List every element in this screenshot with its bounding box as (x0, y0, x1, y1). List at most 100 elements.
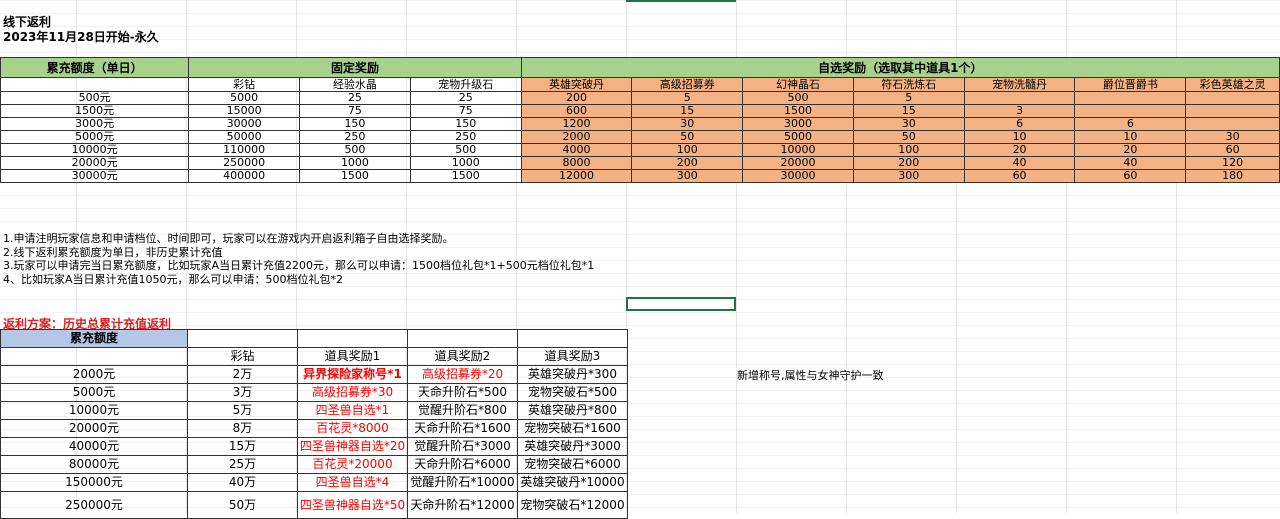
fixed-value-cell[interactable]: 250 (409, 130, 522, 144)
plan-item3-cell[interactable]: 宠物突破石*12000 (517, 491, 628, 519)
plan-item3-cell[interactable]: 英雄突破丹*3000 (517, 437, 628, 456)
optional-value-cell[interactable] (1185, 117, 1280, 131)
plan-diamond-cell[interactable]: 15万 (187, 437, 298, 456)
plan-amount-cell[interactable]: 150000元 (0, 473, 188, 492)
optional-value-cell[interactable]: 6 (1074, 117, 1187, 131)
optional-col-header[interactable]: 爵位晋爵书 (1074, 77, 1187, 92)
fixed-value-cell[interactable]: 50000 (188, 130, 301, 144)
plan-item3-cell[interactable]: 英雄突破丹*10000 (517, 473, 628, 492)
optional-value-cell[interactable]: 40 (963, 156, 1076, 170)
fixed-value-cell[interactable]: 400000 (188, 169, 301, 183)
blank-cell[interactable] (0, 347, 188, 366)
fixed-value-cell[interactable]: 75 (409, 104, 522, 118)
note-line[interactable]: 3.玩家可以申请完当日累充额度，比如玩家A当日累计充值2200元，那么可以申请：… (3, 259, 594, 273)
optional-value-cell[interactable] (1185, 91, 1280, 105)
plan-item2-cell[interactable]: 高级招募券*20 (407, 365, 518, 384)
plan-amount-cell[interactable]: 5000元 (0, 383, 188, 402)
optional-value-cell[interactable]: 40 (1074, 156, 1187, 170)
plan-diamond-cell[interactable]: 50万 (187, 491, 298, 519)
optional-col-header[interactable]: 宠物洗髓丹 (963, 77, 1076, 92)
plan-diamond-cell[interactable]: 3万 (187, 383, 298, 402)
optional-value-cell[interactable]: 50 (852, 130, 965, 144)
fixed-reward-header[interactable]: 固定奖励 (188, 57, 522, 78)
optional-value-cell[interactable]: 20 (1074, 143, 1187, 157)
plan-item2-cell[interactable]: 天命升阶石*1600 (407, 419, 518, 438)
optional-value-cell[interactable]: 8000 (520, 156, 633, 170)
plan-diamond-cell[interactable]: 25万 (187, 455, 298, 474)
blank-cell[interactable] (297, 329, 408, 348)
optional-value-cell[interactable]: 10000 (742, 143, 854, 157)
fixed-value-cell[interactable]: 5000 (188, 91, 301, 105)
fixed-col-header[interactable]: 经验水晶 (299, 77, 411, 92)
amount-cell[interactable]: 20000元 (0, 156, 190, 170)
plan-item1-cell[interactable]: 百花灵*20000 (297, 455, 408, 474)
optional-value-cell[interactable]: 30 (1185, 130, 1280, 144)
selected-cell[interactable] (626, 297, 736, 311)
optional-value-cell[interactable]: 100 (852, 143, 965, 157)
plan-item2-cell[interactable]: 天命升阶石*6000 (407, 455, 518, 474)
plan-amount-cell[interactable]: 80000元 (0, 455, 188, 474)
plan-item1-cell[interactable]: 四圣兽神器自选*20 (297, 437, 408, 456)
fixed-value-cell[interactable]: 250000 (188, 156, 301, 170)
plan-item1-cell[interactable]: 高级招募券*30 (297, 383, 408, 402)
fixed-value-cell[interactable]: 500 (299, 143, 411, 157)
optional-col-header[interactable]: 高级招募券 (631, 77, 744, 92)
optional-reward-header[interactable]: 自选奖励（选取其中道具1个） (520, 57, 1280, 78)
fixed-value-cell[interactable]: 500 (409, 143, 522, 157)
optional-value-cell[interactable]: 1500 (742, 104, 854, 118)
plan-col-header[interactable]: 道具奖励3 (517, 347, 628, 366)
optional-value-cell[interactable]: 15 (631, 104, 744, 118)
plan-amount-cell[interactable]: 10000元 (0, 401, 188, 420)
fixed-value-cell[interactable]: 1500 (409, 169, 522, 183)
plan-item3-cell[interactable]: 英雄突破丹*300 (517, 365, 628, 384)
optional-value-cell[interactable]: 5000 (742, 130, 854, 144)
amount-cell[interactable]: 1500元 (0, 104, 190, 118)
blank-cell[interactable] (187, 329, 298, 348)
optional-value-cell[interactable] (1185, 104, 1280, 118)
fixed-col-header[interactable]: 宠物升级石 (409, 77, 522, 92)
optional-value-cell[interactable]: 6 (963, 117, 1076, 131)
amount-cell[interactable]: 10000元 (0, 143, 190, 157)
optional-value-cell[interactable]: 60 (963, 169, 1076, 183)
optional-value-cell[interactable]: 30 (852, 117, 965, 131)
plan-diamond-cell[interactable]: 5万 (187, 401, 298, 420)
plan-item2-cell[interactable]: 觉醒升阶石*10000 (407, 473, 518, 492)
plan-item2-cell[interactable]: 觉醒升阶石*3000 (407, 437, 518, 456)
optional-value-cell[interactable]: 300 (631, 169, 744, 183)
optional-value-cell[interactable]: 180 (1185, 169, 1280, 183)
fixed-value-cell[interactable]: 1000 (299, 156, 411, 170)
optional-value-cell[interactable] (1074, 91, 1187, 105)
fixed-value-cell[interactable]: 150 (299, 117, 411, 131)
amount-cell[interactable]: 30000元 (0, 169, 190, 183)
plan-amount-cell[interactable]: 250000元 (0, 491, 188, 519)
plan-diamond-cell[interactable]: 40万 (187, 473, 298, 492)
amount-cell[interactable]: 500元 (0, 91, 190, 105)
plan-amount-cell[interactable]: 20000元 (0, 419, 188, 438)
optional-col-header[interactable]: 符石洗炼石 (852, 77, 965, 92)
plan-item2-cell[interactable]: 天命升阶石*12000 (407, 491, 518, 519)
optional-col-header[interactable]: 英雄突破丹 (520, 77, 633, 92)
optional-value-cell[interactable]: 4000 (520, 143, 633, 157)
optional-value-cell[interactable]: 600 (520, 104, 633, 118)
optional-value-cell[interactable]: 60 (1185, 143, 1280, 157)
blank-cell[interactable] (407, 329, 518, 348)
optional-value-cell[interactable]: 10 (963, 130, 1076, 144)
optional-value-cell[interactable]: 20000 (742, 156, 854, 170)
plan-diamond-cell[interactable]: 2万 (187, 365, 298, 384)
plan-amount-cell[interactable]: 40000元 (0, 437, 188, 456)
fixed-col-header[interactable]: 彩钻 (188, 77, 301, 92)
optional-value-cell[interactable]: 15 (852, 104, 965, 118)
amount-cell[interactable]: 5000元 (0, 130, 190, 144)
fixed-value-cell[interactable]: 25 (409, 91, 522, 105)
optional-value-cell[interactable]: 3000 (742, 117, 854, 131)
optional-value-cell[interactable]: 200 (520, 91, 633, 105)
amount-cell[interactable]: 3000元 (0, 117, 190, 131)
plan-item1-cell[interactable]: 百花灵*8000 (297, 419, 408, 438)
plan-amount-cell[interactable]: 2000元 (0, 365, 188, 384)
note-line[interactable]: 1.申请注明玩家信息和申请档位、时间即可，玩家可以在游戏内开启返利箱子自由选择奖… (3, 232, 594, 246)
fixed-value-cell[interactable]: 15000 (188, 104, 301, 118)
fixed-value-cell[interactable]: 30000 (188, 117, 301, 131)
plan-item1-cell[interactable]: 四圣兽自选*4 (297, 473, 408, 492)
fixed-value-cell[interactable]: 250 (299, 130, 411, 144)
optional-value-cell[interactable]: 120 (1185, 156, 1280, 170)
